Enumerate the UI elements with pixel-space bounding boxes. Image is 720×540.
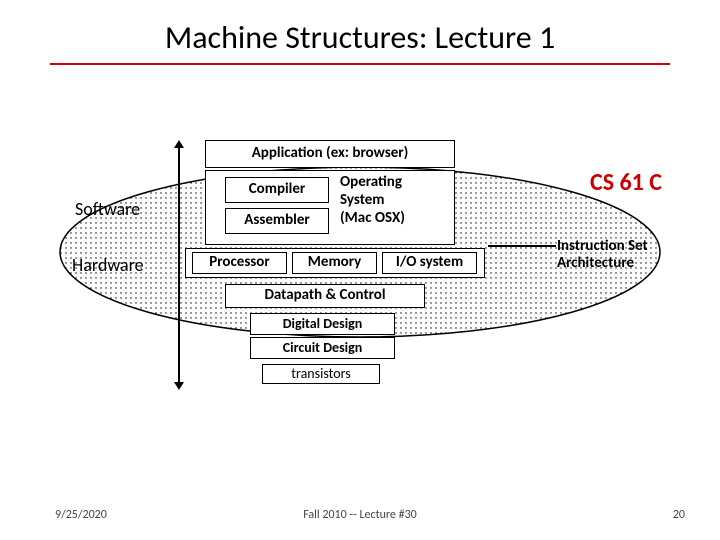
diagram-stage: Software Hardware Application (ex: brows… xyxy=(0,70,720,490)
digital-design-box: Digital Design xyxy=(250,313,395,335)
io-system-box: I/O system xyxy=(382,252,477,274)
software-label: Software xyxy=(75,198,140,220)
processor-box: Processor xyxy=(192,252,287,274)
memory-box: Memory xyxy=(292,252,377,274)
course-code-callout: CS 61 C xyxy=(590,168,662,197)
assembler-box: Assembler xyxy=(225,208,329,234)
application-box: Application (ex: browser) xyxy=(205,140,455,168)
os-label: Operating System (Mac OSX) xyxy=(340,173,450,227)
isa-callout: Instruction Set Architecture xyxy=(557,238,648,273)
transistors-box: transistors xyxy=(262,364,380,384)
slide-title: Machine Structures: Lecture 1 xyxy=(50,0,670,65)
isa-connector-line xyxy=(488,245,556,247)
footer-page-number: 20 xyxy=(673,508,685,522)
datapath-control-box: Datapath & Control xyxy=(225,284,425,308)
footer-center: Fall 2010 -- Lecture #30 xyxy=(0,508,720,522)
compiler-box: Compiler xyxy=(225,177,329,203)
circuit-design-box: Circuit Design xyxy=(250,337,395,359)
vertical-double-arrow xyxy=(178,146,180,384)
hardware-label: Hardware xyxy=(72,254,144,276)
